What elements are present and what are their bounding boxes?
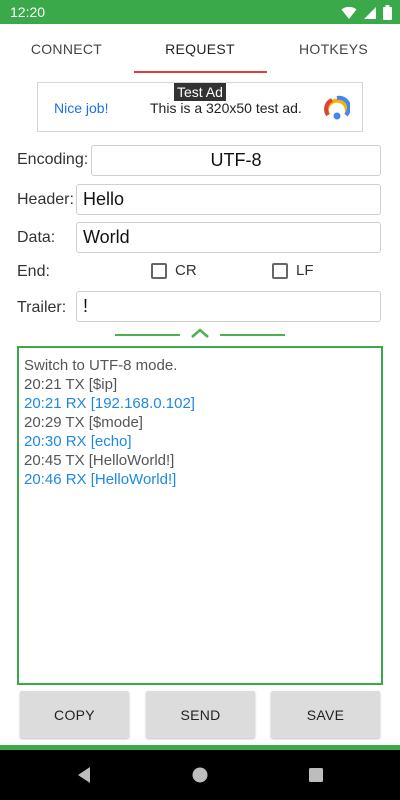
divider-right [220,334,285,336]
lf-checkbox-label: LF [296,262,314,279]
ad-headline: Nice job! [54,100,109,116]
lf-checkbox-box[interactable] [272,262,288,279]
signal-icon [364,6,376,19]
trailer-label: Trailer: [17,299,67,316]
log-line: 20:46 RX [HelloWorld!] [24,471,177,488]
ad-logo-icon [324,95,350,120]
log-line: 20:21 TX [$ip] [24,376,118,393]
save-button[interactable]: SAVE [271,691,380,738]
battery-icon [383,5,392,20]
end-label: End: [17,263,50,280]
log-console[interactable]: Switch to UTF-8 mode. 20:21 TX [$ip] 20:21… [17,346,383,685]
log-line: 20:21 RX [192.168.0.102] [24,395,195,412]
tab-hotkeys[interactable]: HOTKEYS [267,24,400,74]
log-line: 20:45 TX [HelloWorld!] [24,452,175,469]
home-icon[interactable] [191,765,209,785]
back-icon[interactable] [75,765,93,785]
ad-body-text: This is a 320x50 test ad. [150,100,302,116]
trailer-input[interactable]: ! [76,291,381,322]
copy-button[interactable]: COPY [20,691,129,738]
cr-checkbox[interactable]: CR [151,262,197,279]
ad-banner[interactable]: Nice job! This is a 320x50 test ad. Test… [37,82,363,132]
data-label: Data: [17,229,56,246]
tab-indicator [134,71,267,73]
divider-left [115,334,180,336]
chevron-up-icon[interactable] [190,327,210,339]
send-button[interactable]: SEND [146,691,255,738]
data-input[interactable]: World [76,222,381,253]
tab-connect[interactable]: CONNECT [0,24,133,74]
encoding-label: Encoding: [17,151,89,168]
header-input[interactable]: Hello [76,184,381,215]
lf-checkbox[interactable]: LF [272,262,314,279]
recents-icon[interactable] [307,765,325,785]
test-ad-badge: Test Ad [174,83,226,101]
wifi-icon [341,6,357,19]
log-line: 20:30 RX [echo] [24,433,132,450]
navigation-bar [0,750,400,800]
header-label: Header: [17,191,74,208]
cr-checkbox-label: CR [175,262,197,279]
cr-checkbox-box[interactable] [151,262,167,279]
log-line: 20:29 TX [$mode] [24,414,143,431]
encoding-field[interactable]: UTF-8 [91,145,381,176]
tab-bar: CONNECT REQUEST HOTKEYS [0,24,400,74]
status-bar: 12:20 [0,0,400,24]
tab-request[interactable]: REQUEST [133,24,267,74]
log-line: Switch to UTF-8 mode. [24,357,178,374]
status-time: 12:20 [10,4,46,20]
